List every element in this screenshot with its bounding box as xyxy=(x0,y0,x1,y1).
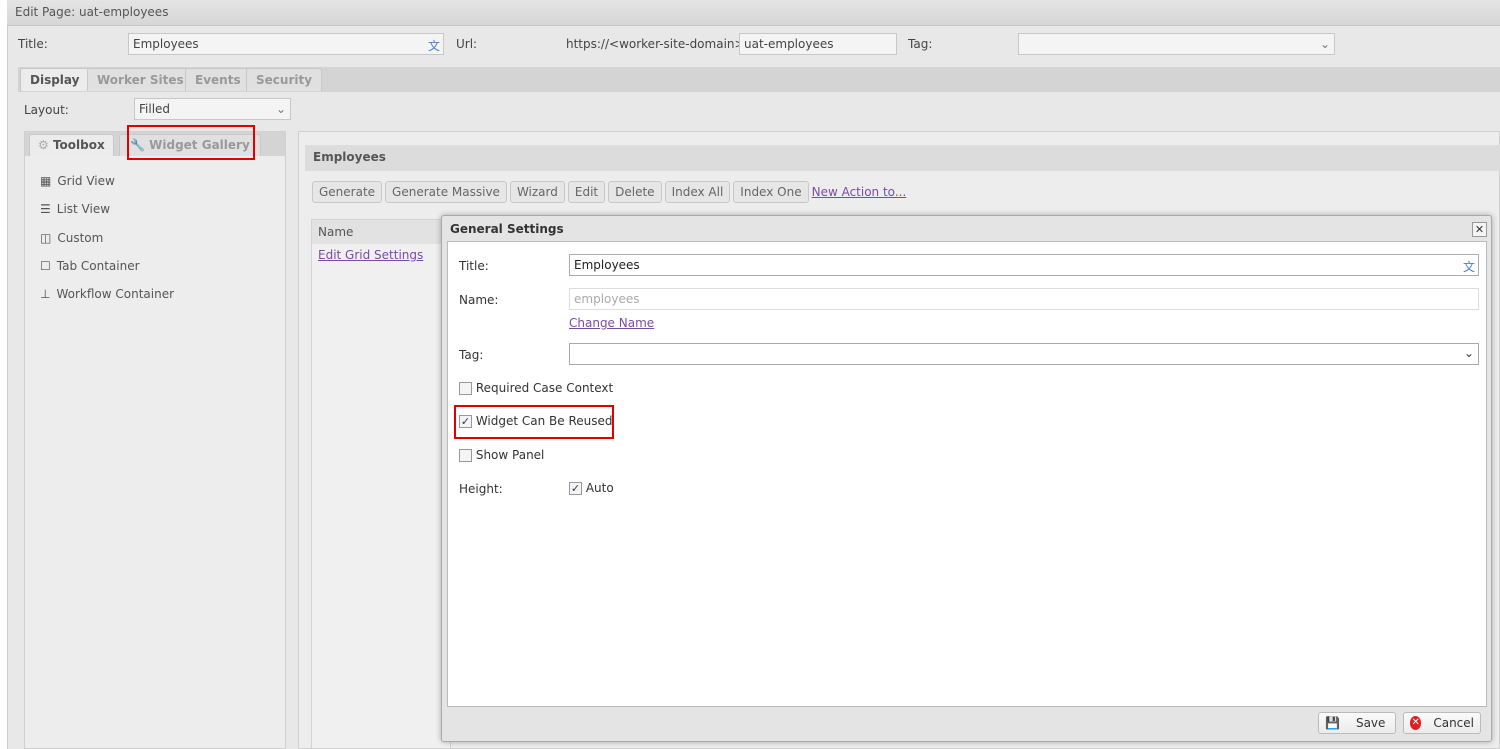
edit-button[interactable]: Edit xyxy=(567,181,606,203)
columns-icon: ◫ xyxy=(40,231,52,245)
chevron-down-icon: ⌄ xyxy=(1319,37,1330,51)
translate-icon[interactable]: 文 xyxy=(428,37,440,54)
translate-icon[interactable]: 文 xyxy=(1463,258,1475,275)
new-action-link[interactable]: New Action to... xyxy=(812,185,907,199)
required-case-context-checkbox[interactable] xyxy=(459,382,472,395)
toolbox-list-view[interactable]: ☰ List View xyxy=(40,202,110,216)
highlight-box xyxy=(127,125,255,160)
layout-label: Layout: xyxy=(24,103,69,117)
grid-icon: ▦ xyxy=(40,174,52,188)
toolbox-grid-view[interactable]: ▦ Grid View xyxy=(40,174,115,188)
column-header-name[interactable]: Name xyxy=(312,220,450,244)
title-value: Employees xyxy=(133,37,199,51)
url-label: Url: xyxy=(456,37,478,51)
dialog-tag-select[interactable]: ⌄ xyxy=(569,343,1479,365)
panel-title: Employees xyxy=(305,145,1500,171)
title-input[interactable]: Employees 文 xyxy=(128,33,444,55)
tab-worker-sites[interactable]: Worker Sites xyxy=(87,68,194,91)
name-input[interactable]: employees xyxy=(569,288,1479,310)
dialog-tag-label: Tag: xyxy=(459,348,484,362)
url-prefix: https://<worker-site-domain>/ xyxy=(566,37,749,51)
required-case-context-option[interactable]: Required Case Context xyxy=(459,381,613,395)
toolbox-tab-container[interactable]: ☐ Tab Container xyxy=(40,259,140,273)
tab-toolbox[interactable]: ⚙ Toolbox xyxy=(29,134,114,156)
change-name-link[interactable]: Change Name xyxy=(569,316,654,330)
layout-select[interactable]: Filled ⌄ xyxy=(134,98,291,120)
index-one-button[interactable]: Index One xyxy=(733,181,809,203)
action-toolbar: Generate Generate Massive Wizard Edit Delete… xyxy=(312,181,906,203)
name-label: Name: xyxy=(459,293,499,307)
generate-button[interactable]: Generate xyxy=(312,181,383,203)
dialog-title: General Settings xyxy=(450,222,564,236)
square-icon: ☐ xyxy=(40,259,51,273)
grid xyxy=(311,219,451,749)
chevron-down-icon: ⌄ xyxy=(1463,346,1474,360)
cancel-icon: ✕ xyxy=(1410,716,1422,730)
edit-grid-settings-link[interactable]: Edit Grid Settings xyxy=(318,248,423,262)
show-panel-option[interactable]: Show Panel xyxy=(459,448,544,462)
cancel-button[interactable]: ✕ Cancel xyxy=(1403,712,1481,734)
toolbox-panel xyxy=(24,131,286,749)
dialog-title-input[interactable]: Employees 文 xyxy=(569,254,1479,276)
url-input[interactable]: uat-employees xyxy=(739,33,897,55)
tab-events[interactable]: Events xyxy=(185,68,251,91)
widget-reusable-option[interactable]: ✓ Widget Can Be Reused xyxy=(459,414,613,428)
widget-reusable-checkbox[interactable]: ✓ xyxy=(459,415,472,428)
sitemap-icon: ⊥ xyxy=(40,287,51,301)
gear-icon: ⚙ xyxy=(38,138,49,152)
wizard-button[interactable]: Wizard xyxy=(509,181,565,203)
toolbox-custom[interactable]: ◫ Custom xyxy=(40,231,103,245)
chevron-down-icon: ⌄ xyxy=(275,102,286,116)
save-button[interactable]: 💾 Save xyxy=(1318,712,1396,734)
close-icon[interactable]: ✕ xyxy=(1472,222,1487,237)
dialog-body xyxy=(447,241,1487,707)
tab-display[interactable]: Display xyxy=(20,68,90,91)
generate-massive-button[interactable]: Generate Massive xyxy=(385,181,507,203)
tab-security[interactable]: Security xyxy=(246,68,323,91)
tag-select[interactable]: ⌄ xyxy=(1018,33,1335,55)
floppy-disk-icon: 💾 xyxy=(1325,716,1340,730)
title-label: Title: xyxy=(18,37,48,51)
window-title: Edit Page: uat-employees xyxy=(7,0,1500,26)
height-auto-checkbox[interactable]: ✓ xyxy=(569,482,582,495)
index-all-button[interactable]: Index All xyxy=(664,181,731,203)
height-label: Height: xyxy=(459,482,503,496)
toolbox-workflow-container[interactable]: ⊥ Workflow Container xyxy=(40,287,174,301)
dialog-title-label: Title: xyxy=(459,259,489,273)
tag-label: Tag: xyxy=(908,37,933,51)
list-icon: ☰ xyxy=(40,202,51,216)
show-panel-checkbox[interactable] xyxy=(459,449,472,462)
delete-button[interactable]: Delete xyxy=(608,181,662,203)
height-auto-option[interactable]: ✓ Auto xyxy=(569,481,614,495)
